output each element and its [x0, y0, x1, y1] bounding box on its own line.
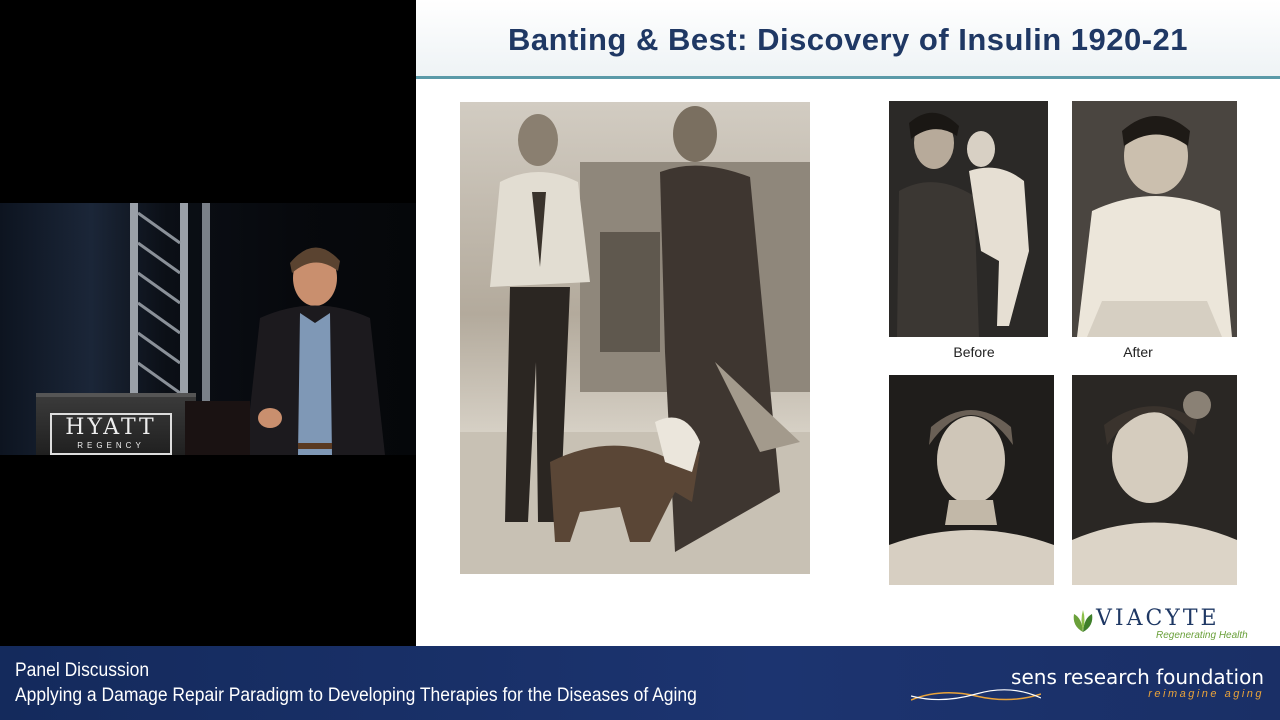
caption-before: Before	[953, 344, 995, 360]
sens-tagline: reimagine aging	[1148, 688, 1264, 700]
after-photo-child	[1072, 101, 1237, 337]
caption-after: After	[1123, 344, 1153, 360]
viacyte-tagline: Regenerating Health	[1156, 630, 1248, 641]
slide-title: Banting & Best: Discovery of Insulin 192…	[507, 22, 1189, 57]
sens-name: sens research foundation	[1011, 665, 1264, 689]
podium-sign-sub: REGENCY	[77, 441, 145, 450]
session-title: Panel Discussion	[15, 660, 150, 681]
banting-best-photo	[460, 102, 810, 574]
lower-third-banner: Panel Discussion Applying a Damage Repai…	[0, 646, 1280, 720]
podium-sign: HYATT REGENCY	[50, 413, 172, 455]
slide-title-bar: Banting & Best: Discovery of Insulin 192…	[416, 0, 1280, 76]
podium-side	[185, 401, 250, 455]
camera-feed: HYATT REGENCY	[0, 0, 416, 646]
before-photo-girl	[889, 375, 1054, 585]
stage-truss	[130, 203, 210, 403]
viacyte-name: VIACYTE	[1096, 606, 1220, 631]
sens-logo: sens research foundation reimagine aging	[911, 665, 1264, 701]
after-photo-girl	[1072, 375, 1237, 585]
viacyte-logo: VIACYTE Regenerating Health	[1070, 604, 1250, 644]
leaf-icon	[1073, 610, 1093, 632]
before-photo-mother-child	[889, 101, 1048, 337]
speaker-video: HYATT REGENCY	[0, 203, 416, 455]
title-divider	[416, 76, 1280, 79]
dna-swoosh-icon	[911, 689, 1042, 701]
presentation-slide: Banting & Best: Discovery of Insulin 192…	[416, 0, 1280, 646]
session-subtitle: Applying a Damage Repair Paradigm to Dev…	[15, 685, 697, 706]
podium-sign-main: HYATT	[65, 415, 157, 440]
